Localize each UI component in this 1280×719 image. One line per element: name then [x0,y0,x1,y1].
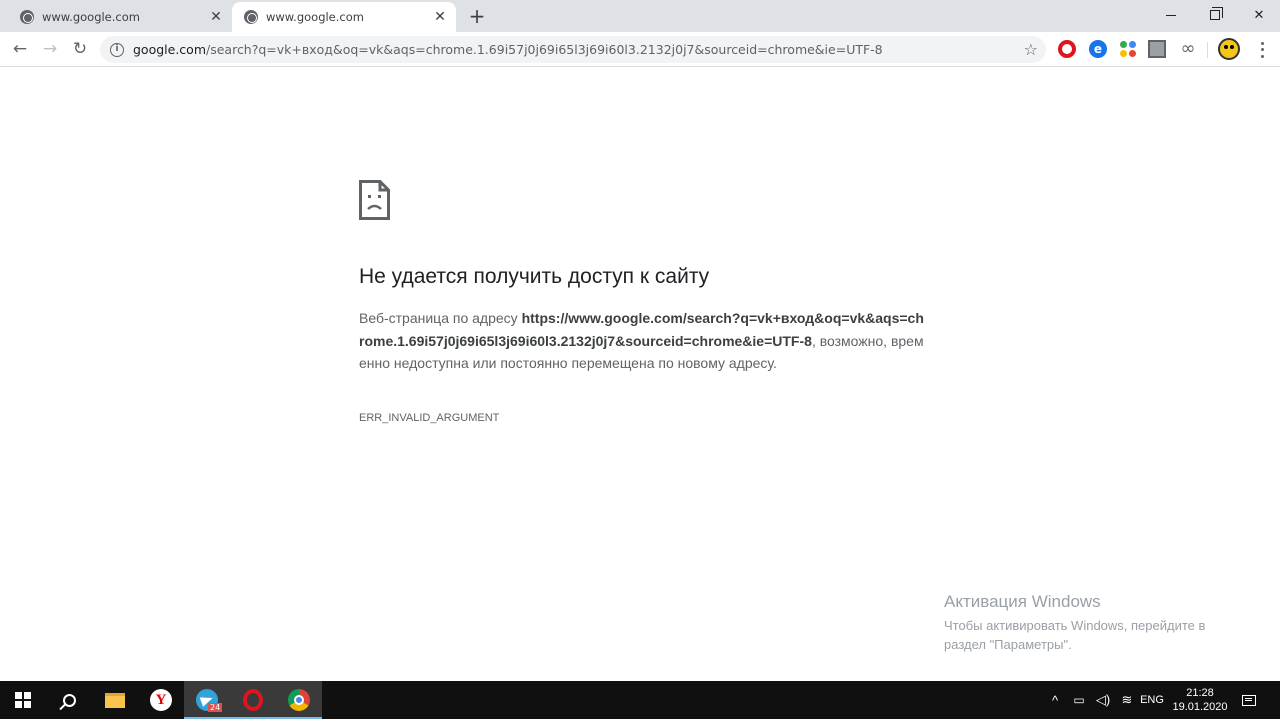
taskbar-explorer[interactable] [92,681,138,719]
minimize-icon [1166,14,1176,16]
telegram-badge: 24 [208,703,223,712]
tray-expand-icon[interactable]: ^ [1047,681,1063,719]
opera-extension-icon[interactable] [1058,40,1076,58]
start-button[interactable] [0,681,46,719]
taskbar-search-button[interactable] [46,681,92,719]
wifi-icon[interactable]: ≋ [1118,681,1136,719]
search-icon [62,693,76,707]
error-title: Не удается получить доступ к сайту [359,265,710,288]
tab-close-button[interactable]: ✕ [206,7,226,27]
battery-icon[interactable]: ▭ [1070,681,1088,719]
activation-title: Активация Windows [944,592,1101,611]
toolbar-divider [1207,42,1208,58]
opera-icon [243,689,263,711]
taskbar-yandex[interactable]: Y [138,681,184,719]
dot-icon [1129,41,1136,48]
browser-toolbar: ← → ↻ i google.com/search?q=vk+вход&oq=v… [0,32,1280,67]
new-tab-button[interactable]: + [466,5,488,27]
tab-title: www.google.com [266,10,364,24]
windows-logo-icon [15,692,31,708]
menu-dot-icon [1260,48,1264,52]
forward-button[interactable]: → [37,36,63,62]
reload-button[interactable]: ↻ [67,36,93,62]
sad-document-icon [359,180,390,220]
error-description: Веб-страница по адресу https://www.googl… [359,307,925,375]
dot-icon [1120,50,1127,57]
menu-dot-icon [1260,55,1264,59]
tab-google-2[interactable]: www.google.com ✕ [232,2,456,32]
infinity-extension-icon[interactable]: ∞ [1177,40,1199,58]
taskbar-chrome[interactable] [276,681,322,719]
clock[interactable]: 21:28 19.01.2020 [1170,681,1230,719]
window-close-button[interactable]: ✕ [1236,0,1280,30]
menu-dot-icon [1260,41,1264,45]
tab-google-1[interactable]: www.google.com ✕ [8,2,232,32]
back-button[interactable]: ← [7,36,33,62]
info-icon[interactable]: i [110,42,124,57]
error-body-prefix: Веб-страница по адресу [359,310,522,326]
tab-strip: www.google.com ✕ www.google.com ✕ + ✕ [0,0,1280,32]
taskbar-telegram[interactable]: 24 [184,681,230,719]
tab-close-button[interactable]: ✕ [430,7,450,27]
bookmark-star-icon[interactable]: ☆ [1024,40,1038,59]
activation-watermark: Активация Windows Чтобы активировать Win… [944,592,1244,654]
error-code[interactable]: ERR_INVALID_ARGUMENT [359,412,499,424]
taskbar-opera[interactable] [230,681,276,719]
dot-icon [1120,41,1127,48]
folder-icon [105,692,125,708]
activation-text: Чтобы активировать Windows, перейдите в … [944,618,1206,652]
minimize-button[interactable] [1148,0,1194,30]
menu-button[interactable] [1252,40,1272,60]
dot-icon [1129,50,1136,57]
dots-extension-icon[interactable] [1119,40,1137,58]
tab-title: www.google.com [42,10,140,24]
url-path: /search?q=vk+вход&oq=vk&aqs=chrome.1.69i… [206,42,883,57]
volume-icon[interactable]: ◁) [1094,681,1112,719]
notification-center-button[interactable] [1238,681,1260,719]
e-extension-icon[interactable]: e [1089,40,1107,58]
restore-icon [1210,7,1223,20]
taskbar: Y 24 ^ ▭ ◁) ≋ ENG 21:28 19.01.2020 [0,681,1280,719]
language-indicator[interactable]: ENG [1140,681,1164,719]
clock-time: 21:28 [1186,687,1214,699]
globe-icon [20,10,34,24]
clock-date: 19.01.2020 [1172,701,1228,713]
address-bar[interactable]: i google.com/search?q=vk+вход&oq=vk&aqs=… [100,36,1046,63]
globe-icon [244,10,258,24]
yandex-icon: Y [150,689,172,711]
notification-icon [1242,694,1256,706]
profile-avatar[interactable] [1218,38,1240,60]
restore-button[interactable] [1192,0,1238,30]
chrome-icon [288,689,310,711]
url-host: google.com [133,42,206,57]
image-extension-icon[interactable] [1148,40,1166,58]
